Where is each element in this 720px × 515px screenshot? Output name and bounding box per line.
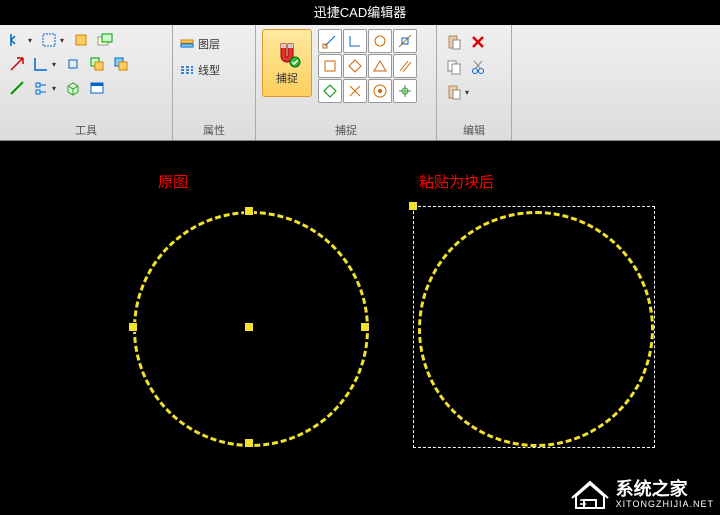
drawing-canvas[interactable]: 原图 粘贴为块后 系统之家 XITONGZHIJIA.NET <box>0 141 720 515</box>
group-attrs: 图层 线型 属性 <box>173 25 256 140</box>
linetype-button[interactable]: 线型 <box>179 59 220 81</box>
grip-left[interactable] <box>128 322 138 332</box>
corner-icon[interactable] <box>30 53 52 75</box>
snap-triangle-icon[interactable] <box>368 54 392 78</box>
arrow-red-icon[interactable] <box>6 53 28 75</box>
cube-icon[interactable] <box>62 77 84 99</box>
layer-label: 图层 <box>198 36 220 52</box>
tree-icon[interactable] <box>30 77 52 99</box>
snap-tangent-icon[interactable] <box>393 29 417 53</box>
snap-node-icon[interactable] <box>393 79 417 103</box>
snap-x-icon[interactable] <box>343 79 367 103</box>
label-original: 原图 <box>158 171 188 192</box>
group-snap: 捕捉 捕捉 <box>256 25 437 140</box>
select-rect-icon[interactable] <box>38 29 60 51</box>
dropdown-icon[interactable]: ▾ <box>465 88 473 97</box>
snap-quad2-icon[interactable] <box>318 79 342 103</box>
label-pasted-block: 粘贴为块后 <box>419 171 494 192</box>
mirror-icon[interactable] <box>6 29 28 51</box>
snap-parallel-icon[interactable] <box>393 54 417 78</box>
snap-main-button[interactable]: 捕捉 <box>262 29 312 97</box>
snap-circle-icon[interactable] <box>368 29 392 53</box>
folder-blue-icon[interactable] <box>110 53 132 75</box>
grip-top[interactable] <box>244 206 254 216</box>
group-edit-label: 编辑 <box>443 120 505 138</box>
paste-special-icon[interactable] <box>443 81 465 103</box>
group-edit: ▾ 编辑 <box>437 25 512 140</box>
dropdown-icon[interactable]: ▾ <box>52 84 60 93</box>
block-circle[interactable] <box>418 211 654 447</box>
box-green-icon[interactable] <box>94 29 116 51</box>
group-snap-label: 捕捉 <box>262 120 430 138</box>
window-icon[interactable] <box>86 77 108 99</box>
grip-bottom[interactable] <box>244 438 254 448</box>
watermark-name: 系统之家 <box>616 480 714 500</box>
magnet-icon <box>273 40 301 68</box>
watermark: 系统之家 XITONGZHIJIA.NET <box>570 480 714 510</box>
dropdown-icon[interactable]: ▾ <box>52 60 60 69</box>
line-green-icon[interactable] <box>6 77 28 99</box>
box-yellow-icon[interactable] <box>70 29 92 51</box>
snap-button-label: 捕捉 <box>276 70 298 86</box>
paste-icon[interactable] <box>443 31 465 53</box>
group-attrs-label: 属性 <box>179 120 249 138</box>
snap-options-grid <box>318 29 415 101</box>
linetype-label: 线型 <box>198 62 220 78</box>
snap-perp-icon[interactable] <box>343 29 367 53</box>
grip-center[interactable] <box>244 322 254 332</box>
ribbon: ▾ ▾ ▾ ▾ 工具 图 <box>0 25 720 141</box>
app-title: 迅捷CAD编辑器 <box>314 5 406 20</box>
snap-diamond-icon[interactable] <box>343 54 367 78</box>
copy-icon[interactable] <box>443 56 465 78</box>
box-dup-icon[interactable] <box>86 53 108 75</box>
title-bar: 迅捷CAD编辑器 <box>0 0 720 25</box>
square-small-icon[interactable] <box>62 53 84 75</box>
cut-icon[interactable] <box>467 56 489 78</box>
grip-right[interactable] <box>360 322 370 332</box>
watermark-url: XITONGZHIJIA.NET <box>616 500 714 510</box>
house-icon <box>570 480 610 510</box>
group-tools: ▾ ▾ ▾ ▾ 工具 <box>0 25 173 140</box>
delete-icon[interactable] <box>467 31 489 53</box>
block-grip[interactable] <box>408 201 418 211</box>
snap-center-icon[interactable] <box>368 79 392 103</box>
layer-button[interactable]: 图层 <box>179 33 220 55</box>
group-tools-label: 工具 <box>6 120 166 138</box>
dropdown-icon[interactable]: ▾ <box>60 36 68 45</box>
dropdown-icon[interactable]: ▾ <box>28 36 36 45</box>
snap-endpoint-icon[interactable] <box>318 29 342 53</box>
snap-square-icon[interactable] <box>318 54 342 78</box>
